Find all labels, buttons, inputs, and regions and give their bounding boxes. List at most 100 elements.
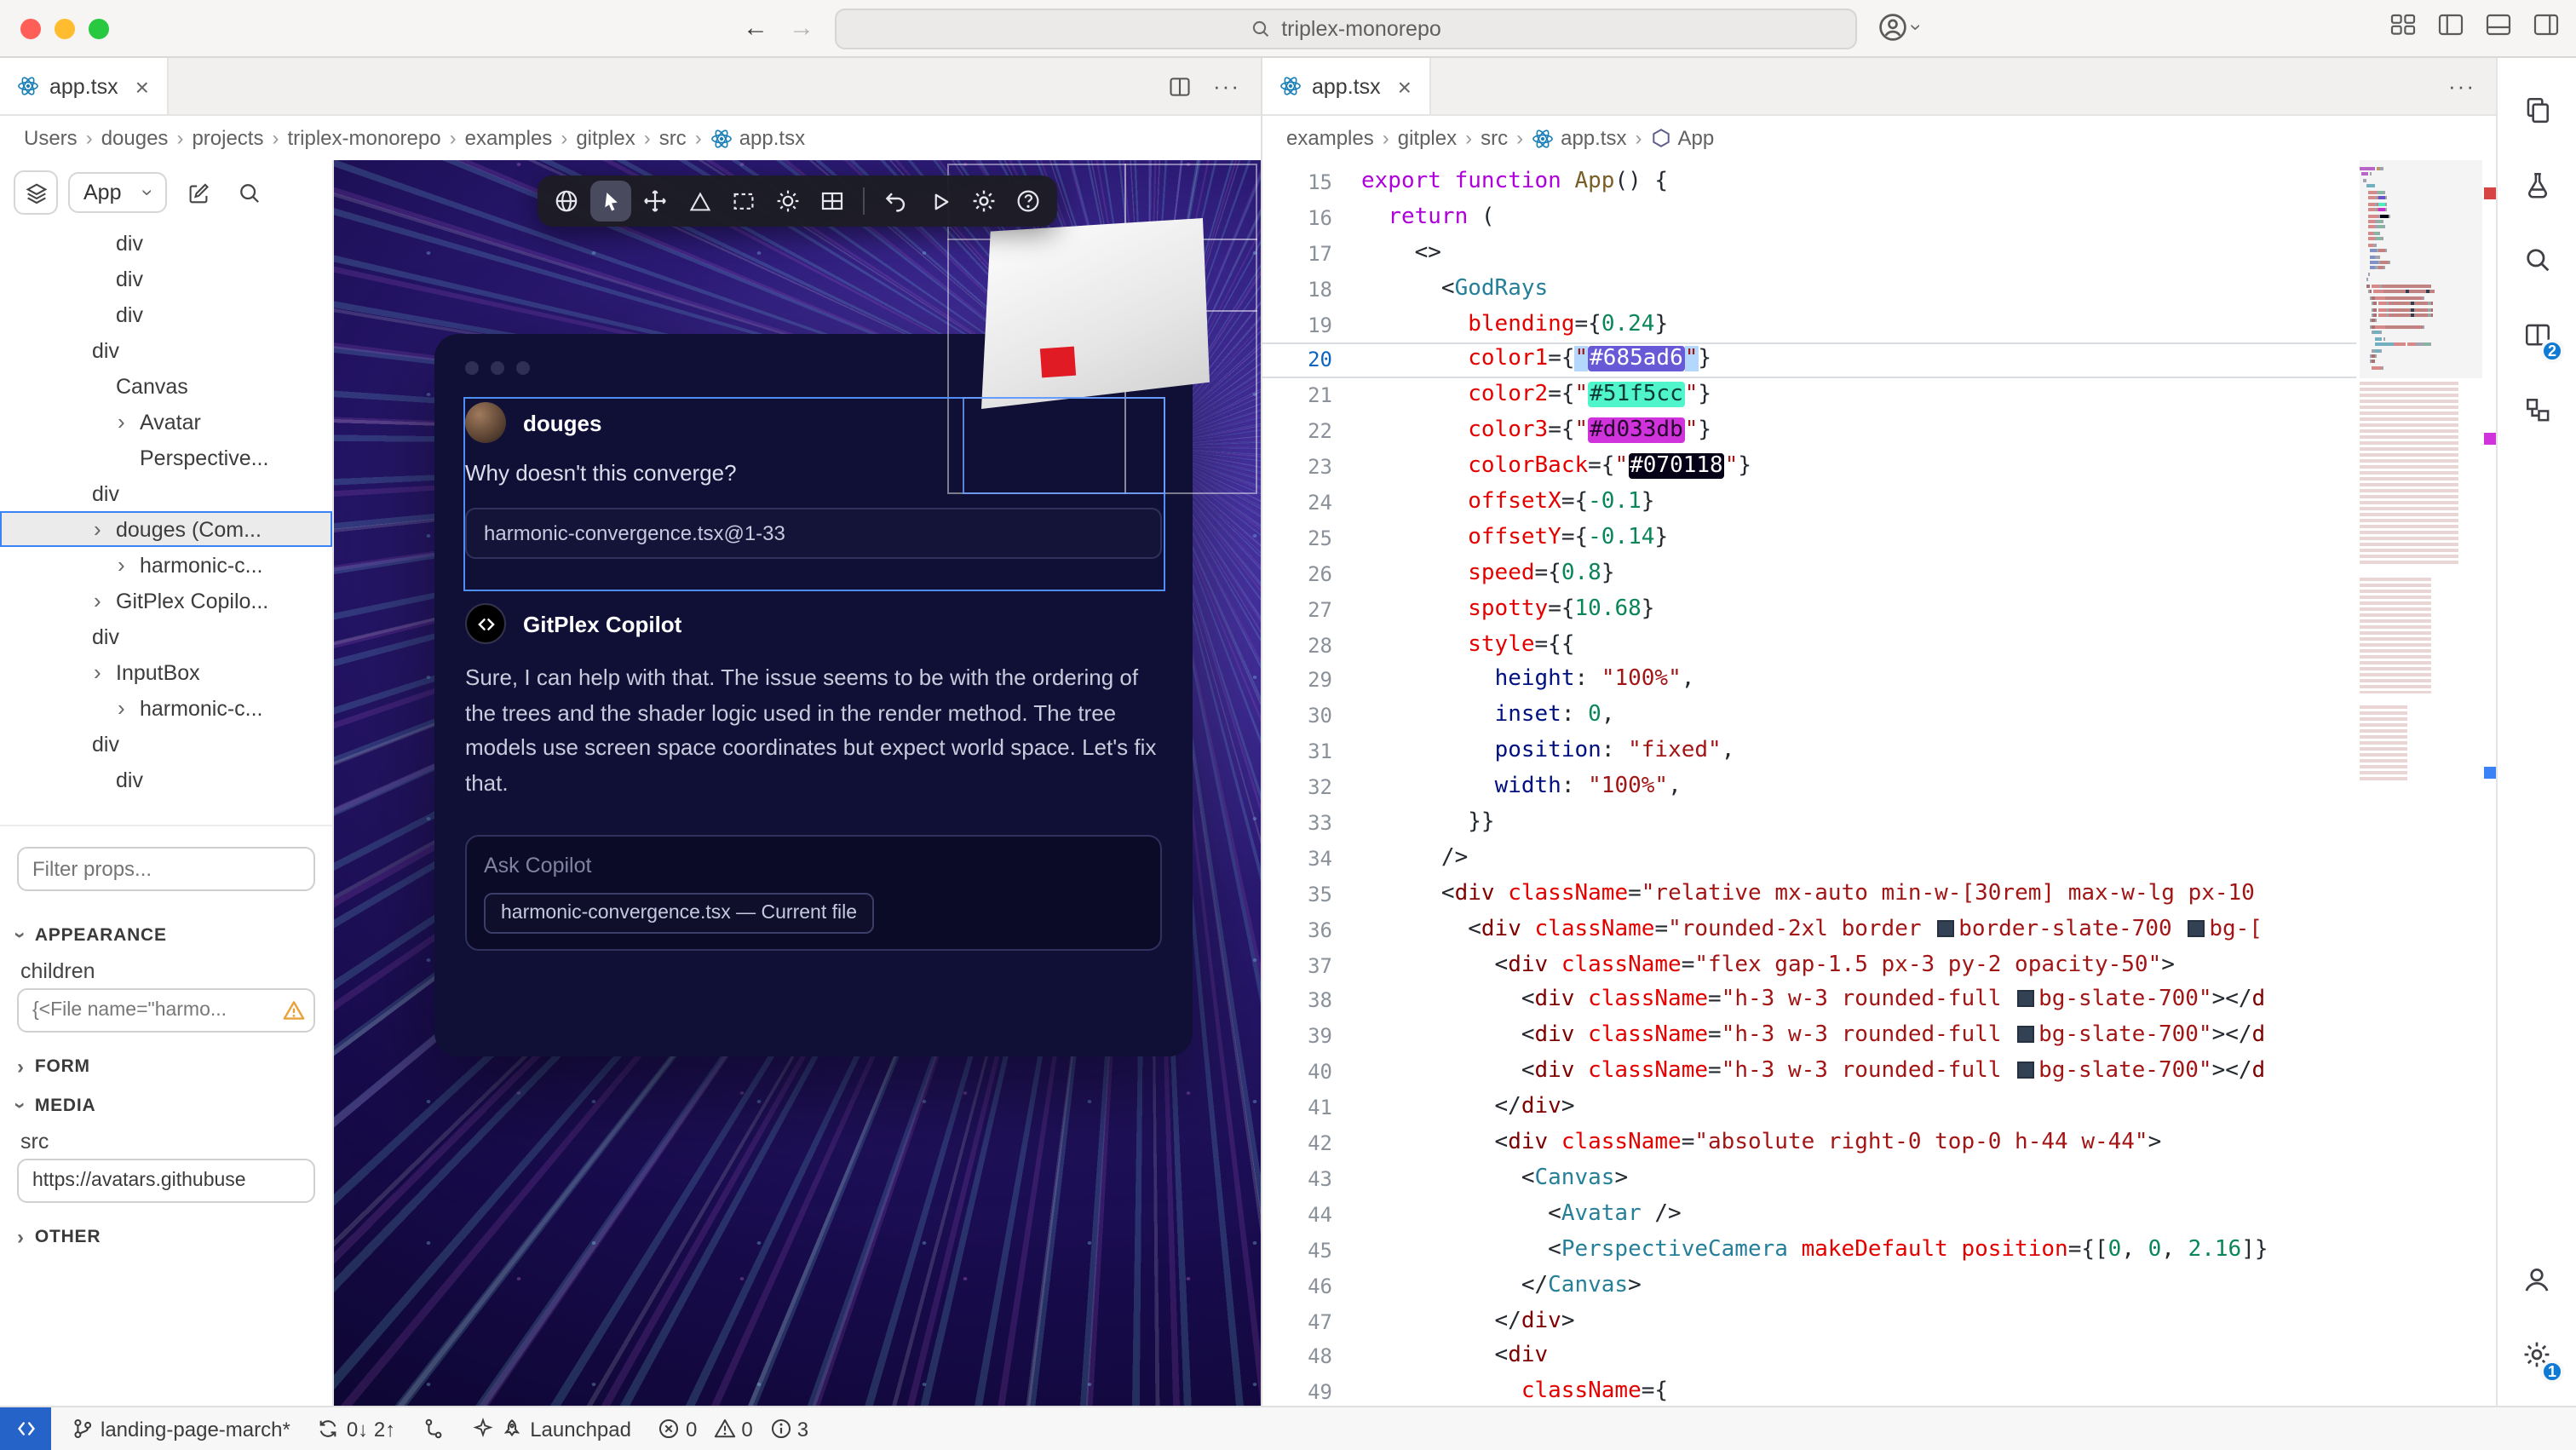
address-bar[interactable]: triplex-monorepo — [835, 9, 1857, 49]
help-button[interactable] — [1008, 181, 1049, 222]
scene-tree-item[interactable]: div — [0, 225, 332, 261]
breadcrumb-item-projects[interactable]: projects — [192, 126, 263, 150]
scene-tree-item[interactable]: div — [0, 726, 332, 762]
profile-menu-button[interactable]: › — [1877, 12, 1920, 43]
edit-component-button[interactable] — [178, 172, 219, 213]
code-line[interactable]: 25 offsetY={-0.14} — [1262, 521, 2356, 557]
code-line[interactable]: 18 <GodRays — [1262, 272, 2356, 308]
play-button[interactable] — [919, 181, 960, 222]
git-branch-item[interactable]: landing-page-march* — [72, 1417, 290, 1441]
section-media[interactable]: › MEDIA — [0, 1085, 332, 1125]
grid-layout-icon[interactable] — [2390, 14, 2416, 36]
move-tool-button[interactable] — [635, 181, 676, 222]
breadcrumb-item-examples[interactable]: examples — [1286, 126, 1374, 150]
code-line[interactable]: 23 colorBack={"#070118"} — [1262, 450, 2356, 486]
copilot-input[interactable]: Ask Copilot harmonic-convergence.tsx — C… — [465, 835, 1162, 951]
git-compare-item[interactable] — [423, 1418, 445, 1440]
breadcrumb-item-app-tsx[interactable]: app.tsx — [1532, 126, 1626, 150]
launchpad-item[interactable]: Launchpad — [472, 1417, 631, 1441]
close-tab-icon[interactable]: × — [135, 74, 149, 98]
layers-button[interactable] — [14, 170, 58, 215]
code-line[interactable]: 43 <Canvas> — [1262, 1162, 2356, 1198]
scene-tree-item[interactable]: ›harmonic-c... — [0, 547, 332, 583]
code-line[interactable]: 32 width: "100%", — [1262, 770, 2356, 806]
remote-indicator[interactable] — [0, 1407, 51, 1450]
code-line[interactable]: 44 <Avatar /> — [1262, 1198, 2356, 1234]
scene-tree-item[interactable]: ›Avatar — [0, 404, 332, 440]
minimap[interactable] — [2360, 160, 2482, 1406]
scene-tree-item[interactable]: div — [0, 296, 332, 332]
filter-props-input[interactable] — [17, 847, 315, 891]
context-file-chip[interactable]: harmonic-convergence.tsx — Current file — [484, 893, 874, 934]
code-line[interactable]: 27 spotty={10.68} — [1262, 592, 2356, 628]
component-select[interactable]: App › — [68, 172, 168, 213]
breadcrumb-item-users[interactable]: Users — [24, 126, 78, 150]
scene-tree-item[interactable]: div — [0, 762, 332, 797]
code-line[interactable]: 40 <div className="h-3 w-3 rounded-full … — [1262, 1056, 2356, 1091]
section-appearance[interactable]: › APPEARANCE — [0, 915, 332, 954]
copy-button[interactable] — [2498, 72, 2576, 147]
code-editor[interactable]: 15export function App() {16 return (17 <… — [1262, 160, 2496, 1406]
marquee-tool-button[interactable] — [723, 181, 764, 222]
src-input[interactable] — [17, 1159, 315, 1203]
manage-button[interactable]: 1 — [2498, 1317, 2576, 1392]
breadcrumb-item-douges[interactable]: douges — [101, 126, 169, 150]
section-other[interactable]: › OTHER — [0, 1217, 332, 1256]
breadcrumb-item-app[interactable]: App — [1651, 126, 1715, 150]
breadcrumb-item-app-tsx[interactable]: app.tsx — [710, 126, 805, 150]
code-line[interactable]: 21 color2={"#51f5cc"} — [1262, 379, 2356, 415]
split-editors-button[interactable]: 2 — [2498, 296, 2576, 371]
account-button[interactable] — [2498, 1242, 2576, 1317]
code-line[interactable]: 36 <div className="rounded-2xl border bo… — [1262, 912, 2356, 948]
back-button[interactable]: ← — [743, 12, 768, 46]
git-sync-item[interactable]: 0↓ 2↑ — [318, 1417, 395, 1441]
file-reference-chip[interactable]: harmonic-convergence.tsx@1-33 — [465, 508, 1162, 559]
code-area[interactable]: 15export function App() {16 return (17 <… — [1262, 160, 2356, 1406]
close-tab-icon[interactable]: × — [1398, 74, 1412, 98]
tab-app-tsx[interactable]: app.tsx × — [0, 58, 168, 114]
zoom-window-button[interactable] — [89, 19, 109, 39]
tab-app-tsx[interactable]: app.tsx × — [1262, 58, 1430, 114]
panel-left-icon[interactable] — [2438, 14, 2464, 36]
diagnostics-item[interactable]: 0 0 3 — [658, 1417, 808, 1441]
code-line[interactable]: 41 </div> — [1262, 1090, 2356, 1126]
grid-button[interactable] — [812, 181, 853, 222]
code-line[interactable]: 45 <PerspectiveCamera makeDefault positi… — [1262, 1233, 2356, 1269]
globe-tool-button[interactable] — [546, 181, 587, 222]
code-line[interactable]: 17 <> — [1262, 237, 2356, 273]
scene-tree-item[interactable]: div — [0, 619, 332, 654]
section-form[interactable]: › FORM — [0, 1046, 332, 1085]
panel-right-icon[interactable] — [2533, 14, 2559, 36]
code-line[interactable]: 30 inset: 0, — [1262, 699, 2356, 735]
code-line[interactable]: 28 style={{ — [1262, 628, 2356, 664]
scene-tree-item[interactable]: ›harmonic-c... — [0, 690, 332, 726]
code-line[interactable]: 29 height: "100%", — [1262, 664, 2356, 699]
scene-tree-item[interactable]: div — [0, 261, 332, 296]
search-button[interactable] — [2498, 222, 2576, 296]
scene-tree-item[interactable]: Canvas — [0, 368, 332, 404]
breadcrumb-item-gitplex[interactable]: gitplex — [576, 126, 635, 150]
code-line[interactable]: 47 </div> — [1262, 1304, 2356, 1340]
scene-tree-item[interactable]: ›GitPlex Copilo... — [0, 583, 332, 619]
breadcrumb-item-src[interactable]: src — [1481, 126, 1508, 150]
code-line[interactable]: 33 }} — [1262, 806, 2356, 842]
split-editor-icon[interactable] — [1167, 74, 1193, 98]
code-line[interactable]: 16 return ( — [1262, 201, 2356, 237]
code-line[interactable]: 31 position: "fixed", — [1262, 735, 2356, 771]
scene-tree-item[interactable]: div — [0, 475, 332, 511]
breadcrumb-item-examples[interactable]: examples — [465, 126, 553, 150]
breadcrumb-item-src[interactable]: src — [659, 126, 687, 150]
scene-tree-item[interactable]: Perspective... — [0, 440, 332, 475]
settings-button[interactable] — [963, 181, 1004, 222]
children-input[interactable] — [17, 988, 315, 1033]
code-line[interactable]: 22 color3={"#d033db"} — [1262, 414, 2356, 450]
code-line[interactable]: 48 <div — [1262, 1340, 2356, 1376]
panel-bottom-icon[interactable] — [2486, 14, 2511, 36]
code-line[interactable]: 39 <div className="h-3 w-3 rounded-full … — [1262, 1020, 2356, 1056]
minimize-window-button[interactable] — [55, 19, 75, 39]
code-line[interactable]: 46 </Canvas> — [1262, 1269, 2356, 1304]
code-line[interactable]: 26 speed={0.8} — [1262, 557, 2356, 593]
code-line[interactable]: 34 /> — [1262, 842, 2356, 877]
code-line[interactable]: 35 <div className="relative mx-auto min-… — [1262, 877, 2356, 913]
scene-tree-item[interactable]: ›douges (Com... — [0, 511, 332, 547]
